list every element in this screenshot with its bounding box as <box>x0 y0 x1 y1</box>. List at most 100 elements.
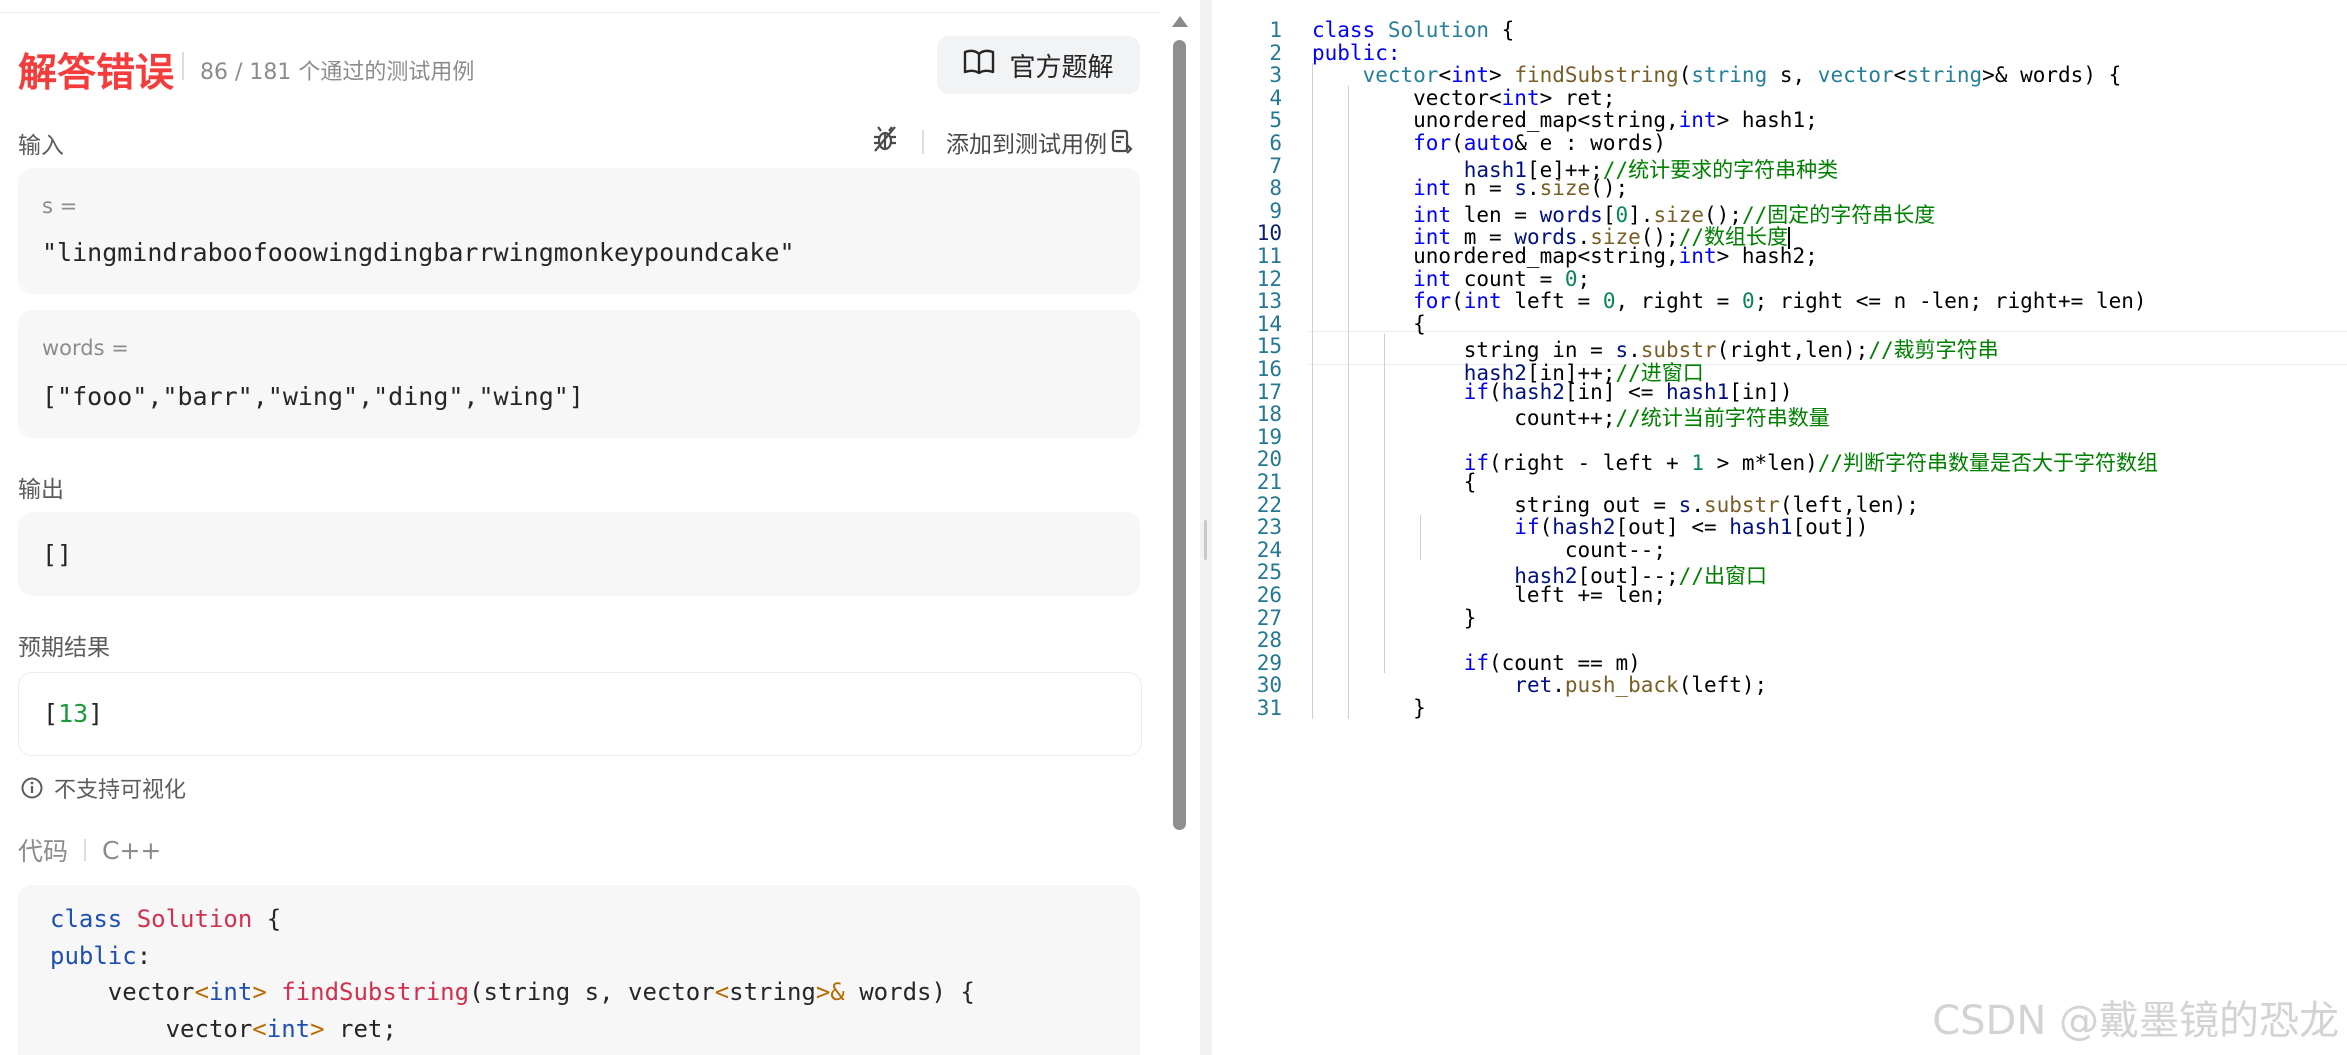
code-token: [out]) <box>1792 515 1869 540</box>
code-token: ( <box>1678 63 1692 88</box>
code-line[interactable]: for(auto& e : words) <box>1312 131 1666 155</box>
code-token: } <box>1312 605 1477 630</box>
line-number: 11 <box>1256 244 1282 268</box>
pane-splitter[interactable] <box>1200 0 1212 1055</box>
debug-icon[interactable] <box>870 124 900 160</box>
code-token: < <box>194 978 209 1006</box>
code-line[interactable]: vector<int> ret; <box>1312 86 1615 110</box>
passed-count: 86 / 181 个通过的测试用例 <box>200 60 475 85</box>
code-token: (count == m) <box>1489 650 1641 675</box>
line-number: 19 <box>1256 424 1282 449</box>
line-number: 27 <box>1256 605 1282 630</box>
code-token: unordered_map<string, <box>1312 244 1679 268</box>
code-token: ( <box>1539 515 1553 540</box>
code-line[interactable]: if(count == m) <box>1312 651 1641 675</box>
code-token: class <box>1312 18 1388 42</box>
line-number: 3 <box>1269 63 1282 88</box>
code-line[interactable]: { <box>1312 312 1426 336</box>
line-number: 31 <box>1256 696 1282 720</box>
code-token: . <box>1526 176 1540 201</box>
scroll-up-icon[interactable] <box>1172 16 1188 27</box>
line-number: 26 <box>1256 583 1282 607</box>
code-line[interactable]: vector<int> findSubstring(string s, vect… <box>1312 63 2122 88</box>
code-token: //统计要求的字符串种类 <box>1602 157 1839 182</box>
code-line[interactable]: if(hash2[in] <= hash1[in]) <box>1312 379 1793 404</box>
code-line[interactable]: { <box>1312 470 1477 494</box>
code-token: //出窗口 <box>1678 564 1767 589</box>
tools-divider <box>922 130 924 154</box>
code-token: ret; <box>324 1014 397 1043</box>
code-header-divider <box>84 839 87 861</box>
visualize-note: 不支持可视化 <box>20 772 186 804</box>
code-label: 代码 <box>18 837 69 866</box>
code-editor[interactable]: 1 class Solution {2 public: 3 vector<int> f… <box>1212 0 2347 1055</box>
code-line[interactable]: int count = 0; <box>1312 267 1590 291</box>
code-line[interactable]: } <box>1312 696 1426 720</box>
code-line[interactable]: public: <box>1312 41 1401 65</box>
code-token: (string s, vector <box>469 978 715 1006</box>
code-token: class <box>50 905 137 933</box>
code-line[interactable]: if(hash2[out] <= hash1[out]) <box>1312 515 1868 539</box>
code-token: size <box>1539 176 1591 201</box>
code-line[interactable]: count++;//统计当前字符串数量 <box>1312 402 1829 432</box>
code-token: < <box>1893 63 1907 88</box>
code-line[interactable]: int n = s.size(); <box>1312 176 1628 200</box>
code-token: hash2 <box>1501 379 1565 404</box>
code-token: < <box>252 1014 267 1043</box>
code-token: } <box>1312 696 1426 720</box>
code-line[interactable]: for(int left = 0, right = 0; right <= n … <box>1312 289 2147 314</box>
output-value: [] <box>42 540 73 569</box>
code-token: vector <box>1817 63 1894 88</box>
code-token: >& words) { <box>1982 63 2122 88</box>
code-token: left += len; <box>1312 583 1667 607</box>
code-line[interactable]: class Solution { <box>1312 18 1514 42</box>
line-number: 4 <box>1269 85 1282 110</box>
line-number: 8 <box>1269 176 1282 201</box>
line-number: 20 <box>1256 447 1282 472</box>
code-token: [in] <= <box>1564 379 1667 404</box>
code-token: { <box>1489 18 1515 42</box>
code-line[interactable]: string out = s.substr(left,len); <box>1312 493 1919 517</box>
scrollbar-thumb[interactable] <box>1173 40 1186 830</box>
code-line[interactable]: unordered_map<string,int> hash1; <box>1312 108 1818 132</box>
code-token: Solution <box>1387 18 1490 42</box>
code-token: push_back <box>1564 673 1679 698</box>
code-line[interactable]: left += len; <box>1312 583 1666 607</box>
code-token: ; <box>1577 266 1591 291</box>
code-token: 0 <box>1564 266 1578 291</box>
official-solution-label: 官方题解 <box>1009 52 1114 83</box>
official-solution-button[interactable]: 官方题解 <box>937 36 1140 94</box>
code-token: int <box>1413 266 1452 291</box>
input-label: 输入 <box>18 133 64 159</box>
code-token: >& <box>815 978 845 1006</box>
expected-number: 13 <box>58 699 89 728</box>
code-token: 0 <box>1602 289 1616 314</box>
code-token: words) { <box>844 978 975 1006</box>
code-line[interactable]: ret.push_back(left); <box>1312 673 1767 697</box>
code-token: (left); <box>1678 673 1768 698</box>
var-value: "lingmindraboofooowingdingbarrwingmonkey… <box>42 238 795 267</box>
code-token: > <box>1489 63 1515 88</box>
code-token: string <box>1691 63 1768 88</box>
result-panel: 解答错误 86 / 181 个通过的测试用例 官方题解 输入 添加到测试用例 s… <box>0 0 1160 1055</box>
code-token: for <box>1413 131 1452 155</box>
line-number: 21 <box>1256 470 1282 494</box>
expected-label: 预期结果 <box>18 635 110 661</box>
code-token: hash1 <box>1729 515 1793 540</box>
add-testcase-button[interactable]: 添加到测试用例 <box>946 125 1133 159</box>
code-token: int <box>208 978 253 1006</box>
code-line[interactable]: unordered_map<string,int> hash2; <box>1312 244 1818 268</box>
result-scrollbar[interactable] <box>1160 0 1200 1055</box>
code-line[interactable]: count--; <box>1312 538 1666 562</box>
line-number: 28 <box>1256 628 1282 653</box>
code-token: int <box>1678 244 1717 268</box>
code-token: Solution <box>136 905 253 933</box>
splitter-grip[interactable] <box>1204 520 1207 560</box>
code-token: ; right <= n -len; right+= len) <box>1754 289 2147 314</box>
line-number: 14 <box>1256 311 1282 336</box>
code-token: vector <box>50 978 195 1006</box>
code-token: //裁剪字符串 <box>1868 338 1999 363</box>
code-line[interactable]: } <box>1312 605 1477 630</box>
